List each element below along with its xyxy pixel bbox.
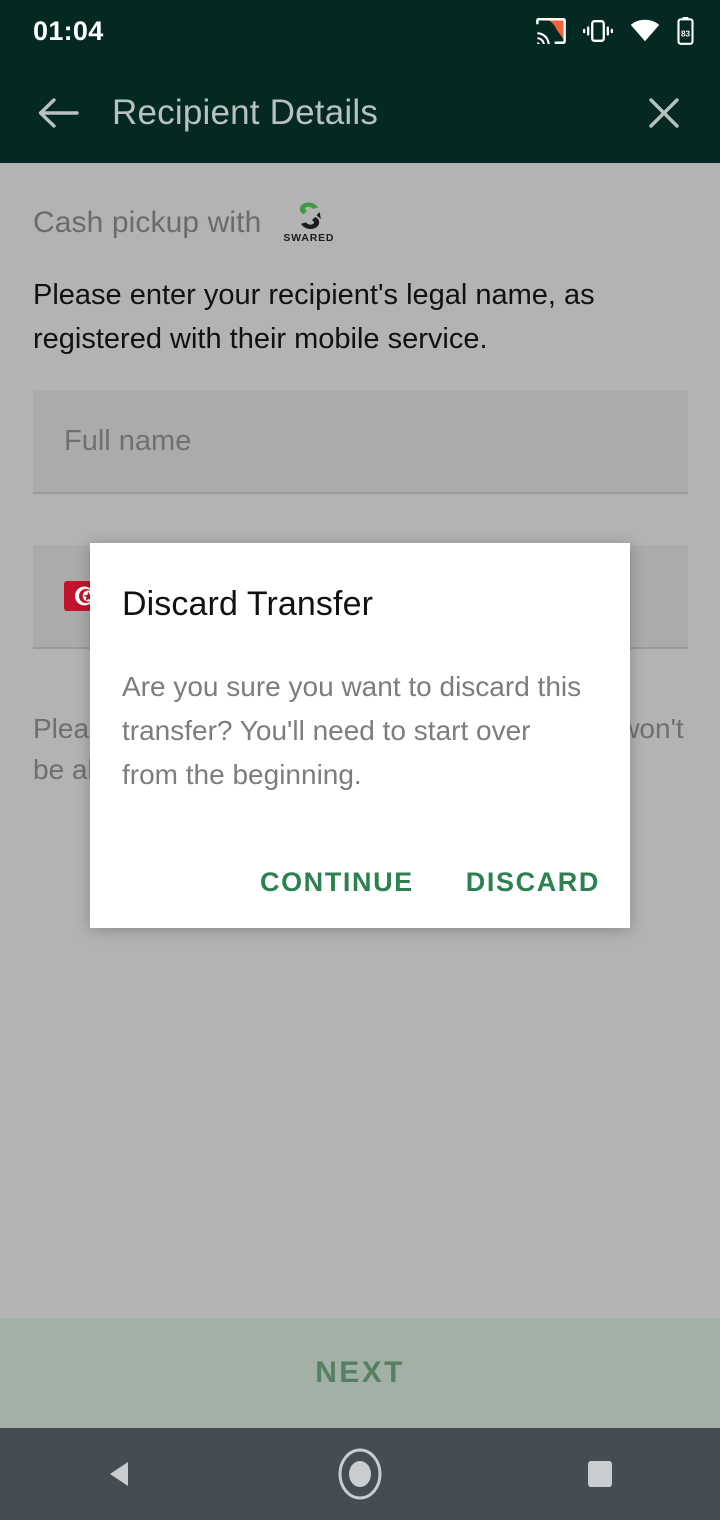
close-icon[interactable] <box>638 87 690 139</box>
battery-icon: 83 <box>677 17 694 45</box>
cast-icon <box>536 18 566 44</box>
swared-logo: SWARED <box>283 201 334 244</box>
full-name-placeholder: Full name <box>64 424 192 457</box>
dialog-title: Discard Transfer <box>122 585 374 623</box>
page-title: Recipient Details <box>112 92 379 132</box>
battery-level-text: 83 <box>681 29 691 38</box>
app-bar: Recipient Details <box>0 62 720 163</box>
status-bar: 01:04 83 <box>0 0 720 62</box>
provider-row: Cash pickup with SWARED <box>33 201 334 244</box>
intro-instruction-text: Please enter your recipient's legal name… <box>33 279 595 355</box>
next-button[interactable]: NEXT <box>0 1318 720 1428</box>
next-button-label: NEXT <box>315 1356 405 1389</box>
phone-screen: 01:04 83 Recipient Details Cash pickup w… <box>0 0 720 1520</box>
vibrate-icon <box>583 19 613 43</box>
continue-button[interactable]: CONTINUE <box>258 861 416 904</box>
discard-transfer-dialog: Discard Transfer Are you sure you want t… <box>90 543 630 928</box>
dialog-action-row: CONTINUE DISCARD <box>258 861 602 904</box>
dialog-message: Are you sure you want to discard this tr… <box>122 671 582 790</box>
swared-logo-text: SWARED <box>283 232 335 244</box>
recents-nav-button[interactable] <box>540 1428 660 1520</box>
provider-label: Cash pickup with <box>33 205 262 239</box>
back-arrow-icon[interactable] <box>32 87 84 139</box>
full-name-field[interactable]: Full name <box>33 390 688 494</box>
swared-logo-mark <box>299 202 321 229</box>
status-icon-group: 83 <box>536 17 694 45</box>
wifi-icon <box>630 19 660 43</box>
android-navigation-bar <box>0 1428 720 1520</box>
status-clock: 01:04 <box>33 15 104 46</box>
home-nav-button[interactable] <box>300 1428 420 1520</box>
back-nav-button[interactable] <box>60 1428 180 1520</box>
discard-button[interactable]: DISCARD <box>464 861 602 904</box>
